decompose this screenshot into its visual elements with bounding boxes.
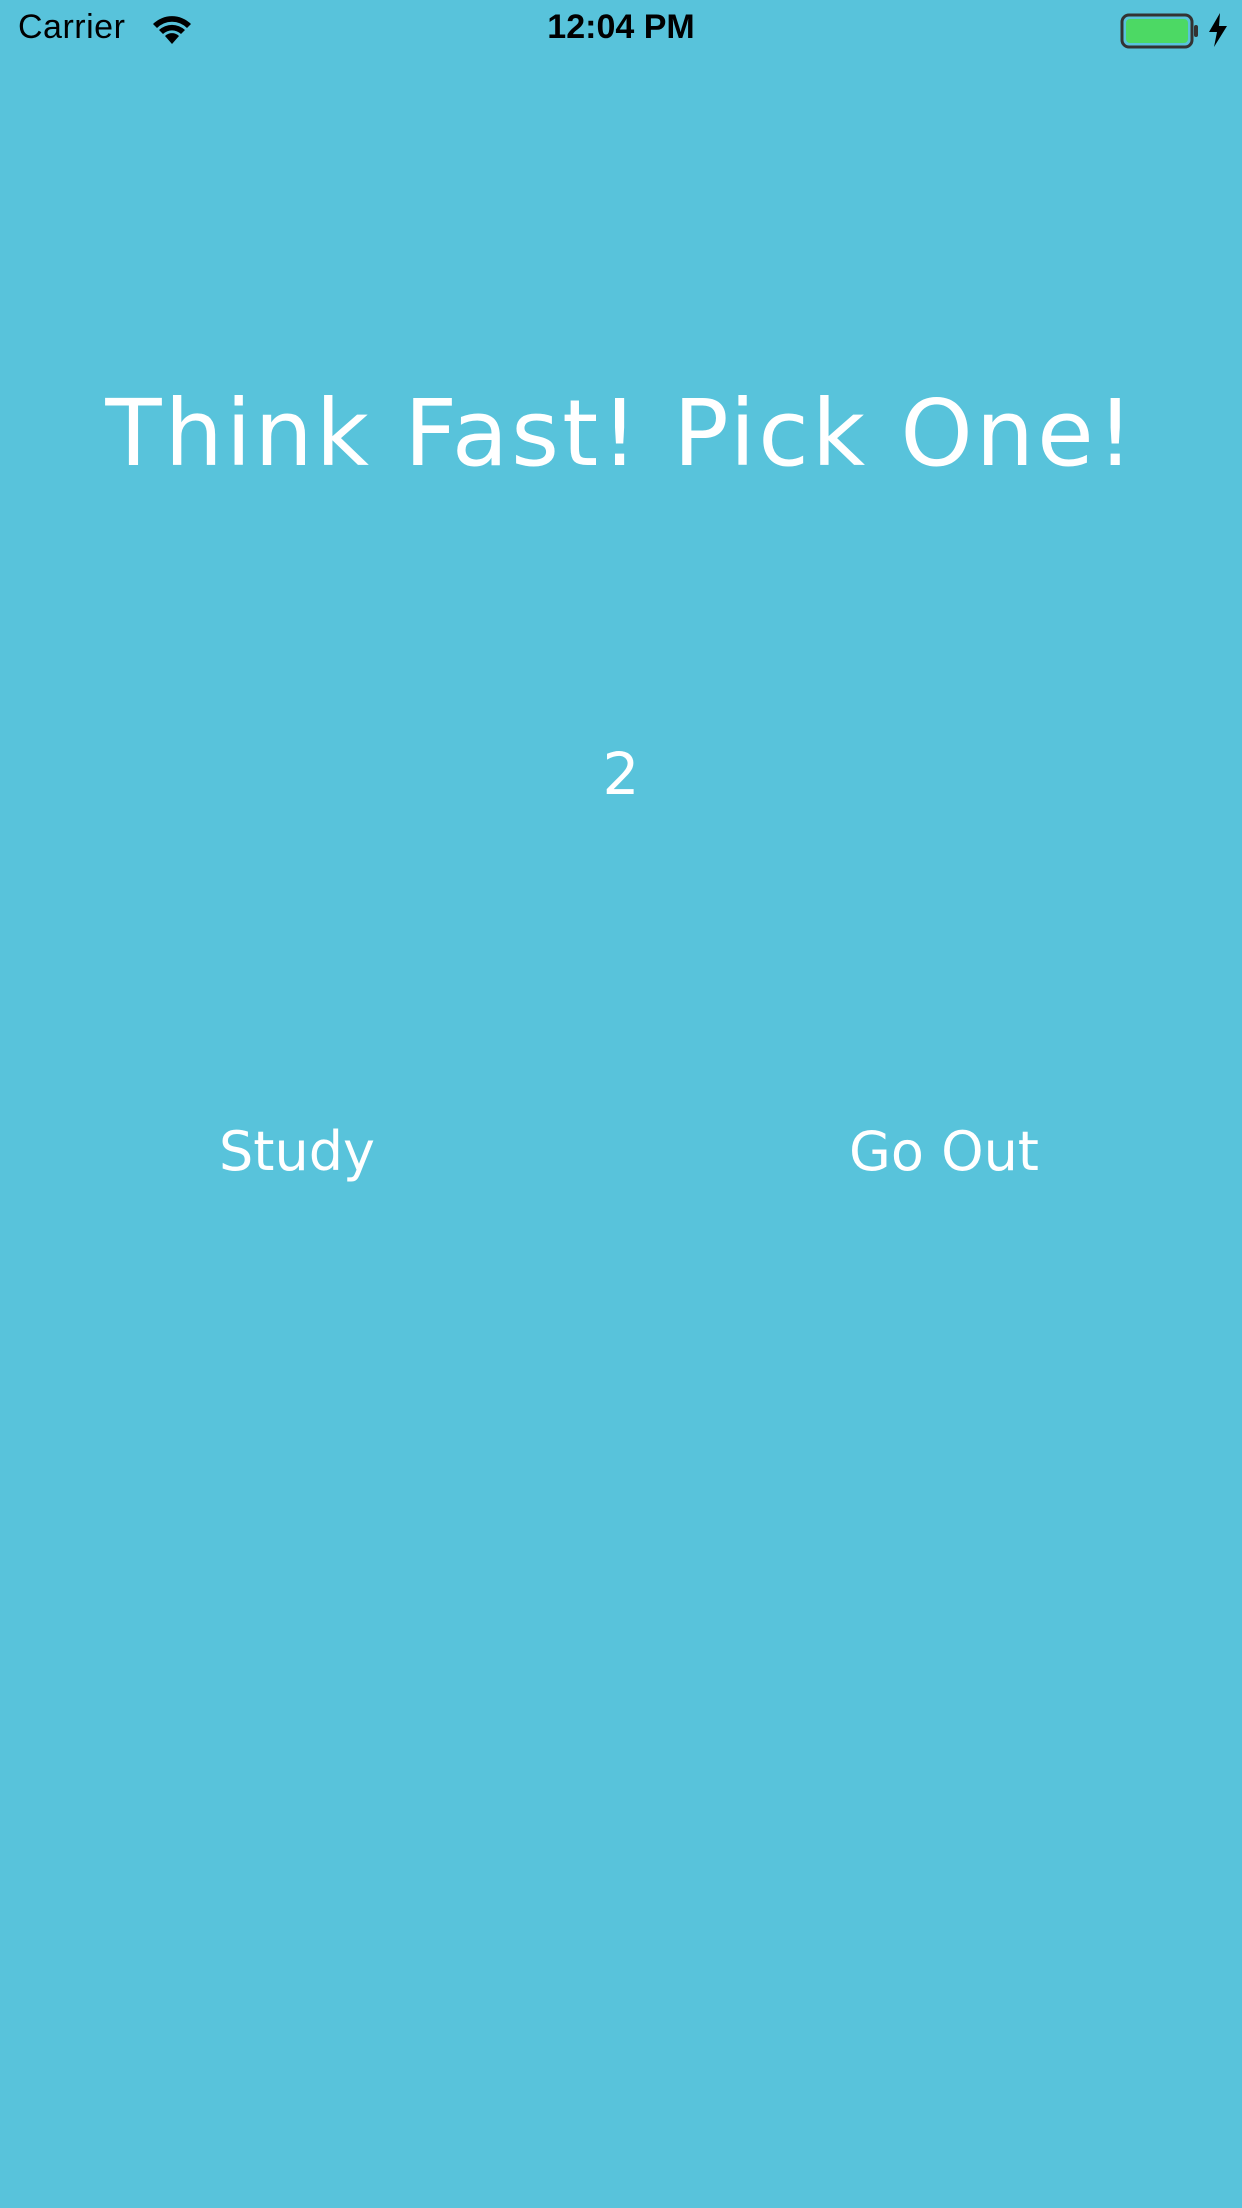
status-bar: Carrier 12:04 PM bbox=[0, 0, 1242, 60]
countdown-number: 2 bbox=[602, 740, 640, 808]
battery-icon bbox=[1120, 13, 1200, 49]
charging-bolt-icon bbox=[1206, 11, 1230, 49]
study-button[interactable]: Study bbox=[160, 1120, 434, 1183]
page-title: Think Fast! Pick One! bbox=[105, 380, 1137, 487]
go-out-button[interactable]: Go Out bbox=[820, 1120, 1068, 1183]
clock: 12:04 PM bbox=[547, 8, 695, 46]
